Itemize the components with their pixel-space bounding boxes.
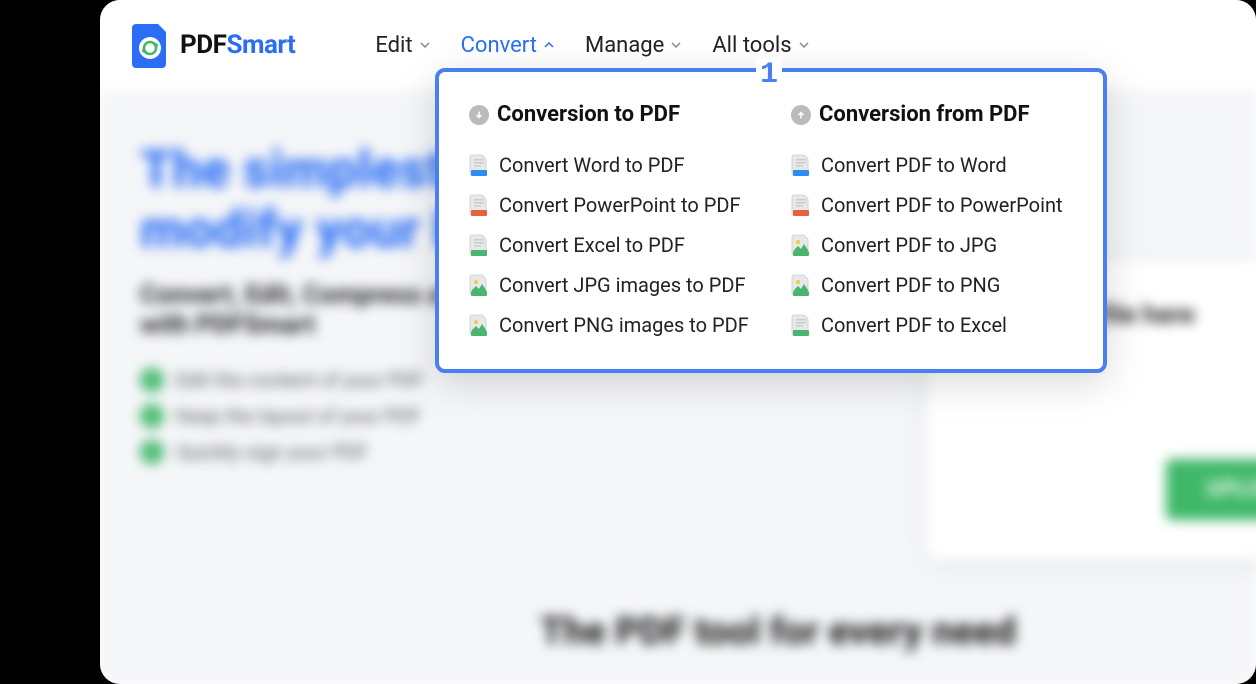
nav-convert-label: Convert: [461, 33, 537, 58]
doc-file-icon: [791, 154, 811, 176]
check-icon: ✓: [140, 368, 164, 392]
nav-edit-label: Edit: [375, 33, 412, 58]
jpg-file-icon: [469, 274, 489, 296]
png-file-icon: [791, 274, 811, 296]
nav-manage[interactable]: Manage: [585, 33, 682, 58]
nav-manage-label: Manage: [585, 33, 664, 58]
chevron-down-icon: [798, 39, 810, 51]
dropdown-item[interactable]: Convert PDF to PNG: [791, 265, 1073, 305]
annotation-badge: 1: [756, 58, 782, 92]
dropdown-item-label: Convert Word to PDF: [499, 153, 685, 177]
dropdown-item[interactable]: Convert PNG images to PDF: [469, 305, 751, 345]
logo[interactable]: PDFSmart: [130, 22, 295, 68]
dropdown-item[interactable]: Convert PDF to Excel: [791, 305, 1073, 345]
dropdown-column-to-pdf: Conversion to PDF Convert Word to PDF Co…: [469, 102, 751, 345]
dropdown-item-label: Convert PNG images to PDF: [499, 313, 749, 337]
dropdown-item[interactable]: Convert PDF to JPG: [791, 225, 1073, 265]
png-file-icon: [469, 314, 489, 336]
dropdown-item[interactable]: Convert PDF to PowerPoint: [791, 185, 1073, 225]
convert-dropdown: Conversion to PDF Convert Word to PDF Co…: [435, 68, 1107, 373]
upload-button[interactable]: UPLOAD: [1166, 459, 1256, 520]
dropdown-item-label: Convert PDF to PNG: [821, 273, 1000, 297]
arrow-down-circle-icon: [469, 105, 489, 125]
dropdown-item-label: Convert Excel to PDF: [499, 233, 685, 257]
nav-all-tools-label: All tools: [712, 33, 791, 58]
feature-text: Quickly sign your PDF: [176, 440, 368, 464]
feature-text: Keep the layout of your PDF: [176, 404, 421, 428]
check-icon: ✓: [140, 440, 164, 464]
main-nav: Edit Convert Manage All tools: [375, 33, 809, 58]
dropdown-item-label: Convert JPG images to PDF: [499, 273, 746, 297]
feature-text: Edit the content of your PDF: [176, 368, 424, 392]
dropdown-heading: Conversion to PDF: [469, 102, 751, 127]
check-icon: ✓: [140, 404, 164, 428]
dropdown-heading: Conversion from PDF: [791, 102, 1073, 127]
doc-file-icon: [469, 154, 489, 176]
heading-text: Conversion from PDF: [819, 102, 1030, 127]
heading-text: Conversion to PDF: [497, 102, 680, 127]
dropdown-item-label: Convert PDF to Word: [821, 153, 1007, 177]
jpg-file-icon: [791, 234, 811, 256]
dropdown-item[interactable]: Convert PowerPoint to PDF: [469, 185, 751, 225]
ppt-file-icon: [791, 194, 811, 216]
logo-text: PDFSmart: [180, 30, 295, 60]
bottom-banner: The PDF tool for every need: [540, 610, 1016, 654]
arrow-up-circle-icon: [791, 105, 811, 125]
chevron-up-icon: [543, 39, 555, 51]
dropdown-item[interactable]: Convert JPG images to PDF: [469, 265, 751, 305]
xls-file-icon: [469, 234, 489, 256]
chevron-down-icon: [670, 39, 682, 51]
nav-all-tools[interactable]: All tools: [712, 33, 809, 58]
dropdown-item-label: Convert PDF to PowerPoint: [821, 193, 1063, 217]
dropdown-item[interactable]: Convert Excel to PDF: [469, 225, 751, 265]
dropdown-column-from-pdf: Conversion from PDF Convert PDF to Word …: [791, 102, 1073, 345]
dropdown-item-label: Convert PDF to JPG: [821, 233, 997, 257]
app-window: PDFSmart Edit Convert Manage All tools T…: [100, 0, 1256, 684]
ppt-file-icon: [469, 194, 489, 216]
nav-convert[interactable]: Convert: [461, 33, 555, 58]
chevron-down-icon: [419, 39, 431, 51]
nav-edit[interactable]: Edit: [375, 33, 430, 58]
dropdown-item[interactable]: Convert PDF to Word: [791, 145, 1073, 185]
dropdown-item-label: Convert PDF to Excel: [821, 313, 1007, 337]
logo-icon: [130, 22, 170, 68]
dropdown-item-label: Convert PowerPoint to PDF: [499, 193, 741, 217]
dropdown-item[interactable]: Convert Word to PDF: [469, 145, 751, 185]
xls-file-icon: [791, 314, 811, 336]
